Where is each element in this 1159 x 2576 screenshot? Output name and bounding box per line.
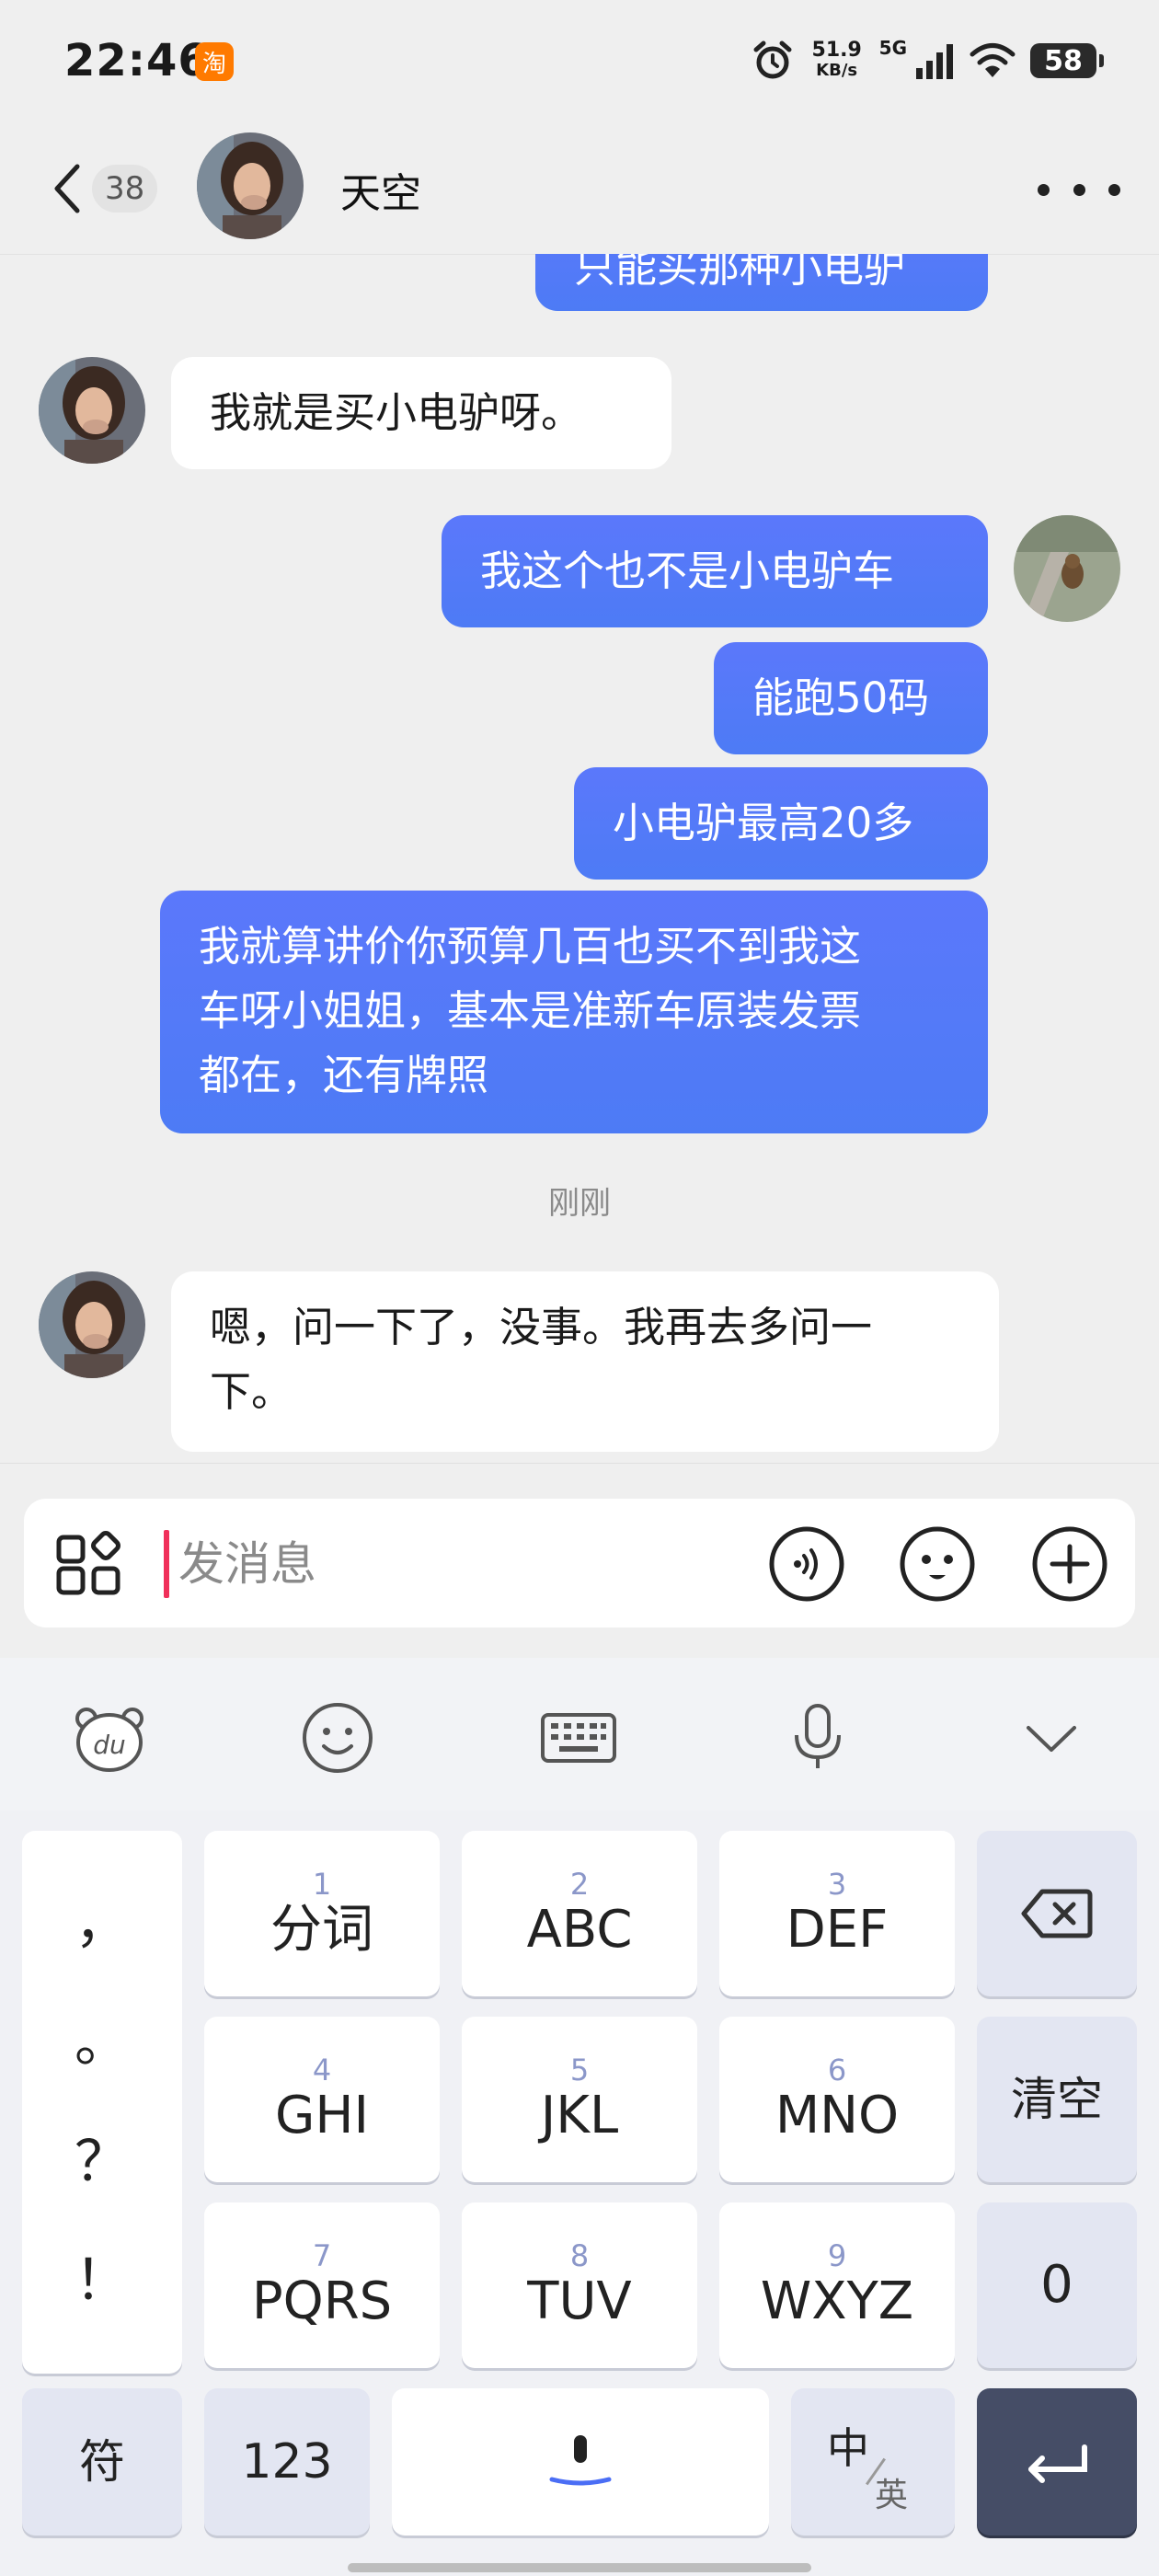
message-bubble-outgoing[interactable]: 小电驴最高20多	[574, 767, 988, 880]
battery-indicator: 58	[1030, 43, 1104, 78]
message-bubble-incoming[interactable]: 嗯，问一下了，没事。我再去多问一 下。	[171, 1271, 999, 1452]
enter-key[interactable]	[977, 2388, 1137, 2536]
keyboard-toolbar: du	[0, 1658, 1159, 1811]
key-9[interactable]: 9 WXYZ	[719, 2202, 955, 2368]
message-bubble-outgoing[interactable]: 只能买那种小电驴	[535, 254, 988, 311]
text-caret	[164, 1530, 169, 1598]
message-list[interactable]: 只能买那种小电驴 我就是买小电驴呀。 我这个也不是小电驴车 能跑50码 小电驴最…	[0, 254, 1159, 1463]
language-switch-glyph: 中 英	[827, 2423, 909, 2514]
more-dot	[1108, 183, 1120, 196]
key-8[interactable]: 8 TUV	[462, 2202, 697, 2368]
microphone-icon[interactable]	[778, 1698, 857, 1777]
key-3[interactable]: 3 DEF	[719, 1831, 955, 1996]
punct-key[interactable]: ？	[75, 2130, 130, 2194]
key-0[interactable]: 0	[977, 2202, 1137, 2368]
punct-key[interactable]: ！	[75, 2248, 130, 2313]
emoji-icon[interactable]	[898, 1524, 977, 1604]
chevron-left-icon	[54, 164, 80, 213]
message-input-box[interactable]	[24, 1499, 1135, 1627]
svg-text:du: du	[93, 1730, 126, 1760]
collapse-chevron-icon[interactable]	[1012, 1698, 1091, 1777]
message-input[interactable]	[177, 1526, 751, 1602]
status-time: 22:46	[64, 35, 210, 86]
language-switch-key[interactable]: 中 英	[791, 2388, 955, 2536]
key-1[interactable]: 1 分词	[204, 1831, 440, 1996]
message-bubble-outgoing[interactable]: 我就算讲价你预算几百也买不到我这 车呀小姐姐，基本是准新车原装发票 都在，还有牌…	[160, 891, 988, 1133]
backspace-icon	[1021, 1889, 1093, 1938]
more-options-button[interactable]	[1038, 169, 1120, 210]
signal-type-label: 5G	[878, 37, 907, 59]
unread-count-badge: 38	[92, 165, 158, 213]
add-attachment-icon[interactable]	[1030, 1524, 1109, 1604]
alarm-icon	[753, 40, 792, 79]
user-avatar[interactable]	[1014, 515, 1120, 622]
more-dot	[1038, 183, 1050, 196]
contact-avatar[interactable]	[39, 1271, 145, 1378]
punct-key[interactable]: ，	[75, 1892, 130, 1956]
enter-icon	[1028, 2444, 1087, 2483]
keyboard-icon[interactable]	[539, 1698, 618, 1777]
message-timestamp: 刚刚	[548, 1185, 611, 1222]
back-button[interactable]: 38	[53, 158, 173, 219]
cellular-signal-icon	[916, 44, 953, 79]
message-input-area	[0, 1463, 1159, 1659]
key-4[interactable]: 4 GHI	[204, 2017, 440, 2182]
message-bubble-outgoing[interactable]: 能跑50码	[714, 642, 988, 754]
contact-avatar[interactable]	[197, 132, 304, 239]
more-dot	[1073, 183, 1085, 196]
key-7[interactable]: 7 PQRS	[204, 2202, 440, 2368]
backspace-key[interactable]	[977, 1831, 1137, 1996]
keyboard: ， 。 ？ ！ 1 分词 2 ABC 3 DEF 4 GHI 5 JKL 6 MNO 清空 …	[0, 1811, 1159, 2576]
taobao-notification-icon: 淘	[195, 42, 234, 81]
contact-avatar[interactable]	[39, 357, 145, 464]
contact-name: 天空	[340, 170, 421, 217]
key-5[interactable]: 5 JKL	[462, 2017, 697, 2182]
apps-grid-icon[interactable]	[55, 1530, 123, 1598]
home-indicator[interactable]	[348, 2563, 811, 2572]
punctuation-column[interactable]: ， 。 ？ ！	[22, 1831, 182, 2374]
clear-key[interactable]: 清空	[977, 2017, 1137, 2182]
message-bubble-outgoing[interactable]: 我这个也不是小电驴车	[442, 515, 988, 627]
key-2[interactable]: 2 ABC	[462, 1831, 697, 1996]
wifi-icon	[970, 43, 1016, 77]
numeric-key[interactable]: 123	[204, 2388, 370, 2536]
punct-key[interactable]: 。	[75, 2010, 130, 2075]
chat-header: 38 天空	[0, 120, 1159, 255]
status-bar: 22:46 淘 51.9 KB/s 5G 58	[0, 0, 1159, 120]
network-speed: 51.9 KB/s	[811, 39, 862, 81]
key-6[interactable]: 6 MNO	[719, 2017, 955, 2182]
emoji-icon[interactable]	[298, 1698, 377, 1777]
space-key[interactable]	[392, 2388, 769, 2536]
space-mic-icon	[549, 2435, 612, 2486]
voice-message-icon[interactable]	[767, 1524, 846, 1604]
du-bear-icon[interactable]: du	[70, 1698, 149, 1777]
symbol-key[interactable]: 符	[22, 2388, 182, 2536]
message-bubble-incoming[interactable]: 我就是买小电驴呀。	[171, 357, 671, 469]
